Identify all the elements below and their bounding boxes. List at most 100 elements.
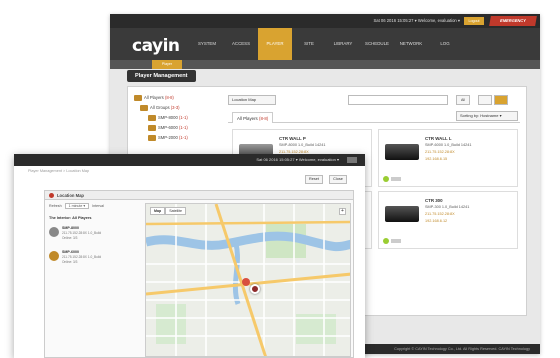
- menu-icon[interactable]: [347, 157, 357, 163]
- location-list-heading: The Interior: All Players: [49, 216, 92, 220]
- tree-item[interactable]: All Groups (3-3): [134, 103, 224, 113]
- front-status-bar: Sat 06 2016 15:05:27 ▾ Welcome, evaluati…: [14, 154, 365, 166]
- group-tree: All Players (8-8) All Groups (3-3) SMP-800…: [134, 93, 224, 143]
- player-name: CTR WALL P: [279, 136, 306, 141]
- map-type-tabs: Map Satellite: [150, 207, 186, 215]
- logout-button[interactable]: Logout: [464, 17, 484, 25]
- player-marker[interactable]: [242, 278, 250, 286]
- grid-view-icon[interactable]: [494, 95, 508, 105]
- emergency-button[interactable]: EMERGENCY: [489, 16, 537, 26]
- players-bar: All Players (8-8) Sorting by: Hostname ▾: [228, 111, 520, 123]
- tree-item[interactable]: SMP-2000 (1-1): [134, 133, 224, 143]
- location-marker-icon: [49, 227, 59, 237]
- player-name: CTR WALL L: [425, 136, 452, 141]
- map-view[interactable]: Map Satellite +: [145, 203, 351, 357]
- section-title: Player Management: [127, 70, 196, 82]
- folder-icon: [148, 134, 156, 141]
- player-model: SMP-6000 1.0_Build 14241: [425, 143, 472, 147]
- tab-all-players[interactable]: All Players (8-8): [232, 112, 274, 123]
- breadcrumb: Player Management > Location Map: [28, 169, 90, 173]
- toolbar: Location Map All: [228, 95, 520, 105]
- subnav-player-management[interactable]: Player Management: [152, 60, 182, 75]
- location-name: SMP-6000: [62, 250, 79, 254]
- nav-item-library[interactable]: LIBRARY: [326, 28, 360, 60]
- zoom-in-button[interactable]: +: [339, 208, 346, 215]
- sub-nav: Player Management: [110, 60, 540, 75]
- search-input[interactable]: [348, 95, 448, 105]
- device-image: [385, 144, 419, 160]
- panel-header: Location Map: [45, 191, 353, 200]
- main-nav: cayin SYSTEM ACCESS PLAYER SITE LIBRARY SCHED…: [110, 28, 540, 60]
- tree-item-label: All Groups: [150, 105, 171, 110]
- device-image: [385, 206, 419, 222]
- tree-item-label: All Players: [144, 95, 165, 100]
- map-tab-satellite[interactable]: Satellite: [165, 207, 186, 215]
- location-marker-icon: [49, 251, 59, 261]
- selected-location-marker[interactable]: [250, 284, 260, 294]
- player-ip-link[interactable]: 211.75.152.28:8X: [425, 212, 455, 216]
- tree-item-label: SMP-8000: [158, 115, 179, 120]
- cayin-logo: cayin: [132, 36, 180, 56]
- location-detail: 211.75.152.28:8X 1.0_Build: [62, 231, 102, 235]
- tab-count: (8-8): [258, 116, 269, 121]
- player-local-ip: 192.168.6.15: [425, 157, 448, 161]
- tree-item-count: (1-1): [178, 125, 188, 130]
- list-view-icon[interactable]: [478, 95, 492, 105]
- nav-item-access[interactable]: ACCESS: [224, 28, 258, 60]
- signal-bar: [391, 177, 401, 181]
- nav-item-log[interactable]: LOG: [428, 28, 462, 60]
- location-name: SMP-8000: [62, 226, 79, 230]
- filter-select[interactable]: All: [456, 95, 470, 105]
- location-map-panel: Reset Close Location Map Refresh 1 minut…: [44, 175, 354, 358]
- nav-item-network[interactable]: NETWORK: [394, 28, 428, 60]
- park-area: [156, 304, 186, 344]
- nav-item-schedule[interactable]: SCHEDULE: [360, 28, 394, 60]
- folder-icon: [134, 94, 142, 101]
- tree-item[interactable]: SMP-6000 (1-1): [134, 123, 224, 133]
- player-model: SMP-300 1.0_Build 14241: [425, 205, 470, 209]
- nav-item-site[interactable]: SITE: [292, 28, 326, 60]
- status-text: Sat 06 2016 15:05:27 ▾ Welcome, evaluati…: [373, 18, 460, 23]
- map-tab-map[interactable]: Map: [150, 207, 166, 215]
- tree-item-label: SMP-2000: [158, 135, 179, 140]
- location-detail: 211.75.152.28:8X 1.0_Build: [62, 255, 102, 259]
- location-item[interactable]: SMP-8000 211.75.152.28:8X 1.0_Build Online…: [49, 225, 129, 247]
- nav-item-system[interactable]: SYSTEM: [190, 28, 224, 60]
- player-name: CTR 300: [425, 198, 443, 203]
- player-card[interactable]: CTR WALL L SMP-6000 1.0_Build 14241 211.75…: [378, 129, 518, 187]
- interval-label: Interval: [92, 204, 104, 208]
- sort-select[interactable]: Sorting by: Hostname ▾: [456, 111, 518, 121]
- status-indicator-icon: [383, 238, 389, 244]
- map-pin-icon: [49, 193, 54, 198]
- location-map-window: Sat 06 2016 15:05:27 ▾ Welcome, evaluati…: [14, 154, 365, 358]
- status-indicator-icon: [383, 176, 389, 182]
- reset-button[interactable]: Reset: [305, 175, 323, 184]
- nav-items: SYSTEM ACCESS PLAYER SITE LIBRARY SCHEDULE NET…: [190, 28, 462, 60]
- player-ip-link[interactable]: 211.75.152.28:8X: [425, 150, 455, 154]
- top-status-bar: Sat 06 2016 15:05:27 ▾ Welcome, evaluati…: [110, 14, 540, 28]
- location-item[interactable]: SMP-6000 211.75.152.28:8X 1.0_Build Online…: [49, 249, 129, 271]
- location-online: Online: 3/3: [62, 236, 78, 240]
- folder-icon: [148, 114, 156, 121]
- tree-item[interactable]: SMP-8000 (1-1): [134, 113, 224, 123]
- tree-item[interactable]: All Players (8-8): [134, 93, 224, 103]
- player-card[interactable]: CTR 300 SMP-300 1.0_Build 14241 211.75.152…: [378, 191, 518, 249]
- player-model: SMP-8000 1.0_Build 14241: [279, 143, 326, 147]
- front-status-text: Sat 06 2016 15:05:27 ▾ Welcome, evaluati…: [256, 157, 339, 162]
- refresh-interval-select[interactable]: 1 minute ▾: [64, 203, 90, 209]
- folder-icon: [148, 124, 156, 131]
- folder-icon: [140, 104, 148, 111]
- refresh-row: Refresh 1 minute ▾ Interval: [49, 203, 104, 209]
- refresh-label: Refresh: [49, 204, 62, 208]
- tree-item-count: (1-1): [178, 115, 188, 120]
- panel-title: Location Map: [57, 193, 84, 198]
- signal-bar: [391, 239, 401, 243]
- close-button[interactable]: Close: [329, 175, 347, 184]
- nav-item-player[interactable]: PLAYER: [258, 28, 292, 60]
- player-local-ip: 192.168.6.12: [425, 219, 448, 223]
- tree-item-label: SMP-6000: [158, 125, 179, 130]
- location-map-button[interactable]: Location Map: [228, 95, 276, 105]
- tree-item-count: (8-8): [164, 95, 174, 100]
- tree-item-count: (1-1): [178, 135, 188, 140]
- tab-label: All Players: [237, 116, 258, 121]
